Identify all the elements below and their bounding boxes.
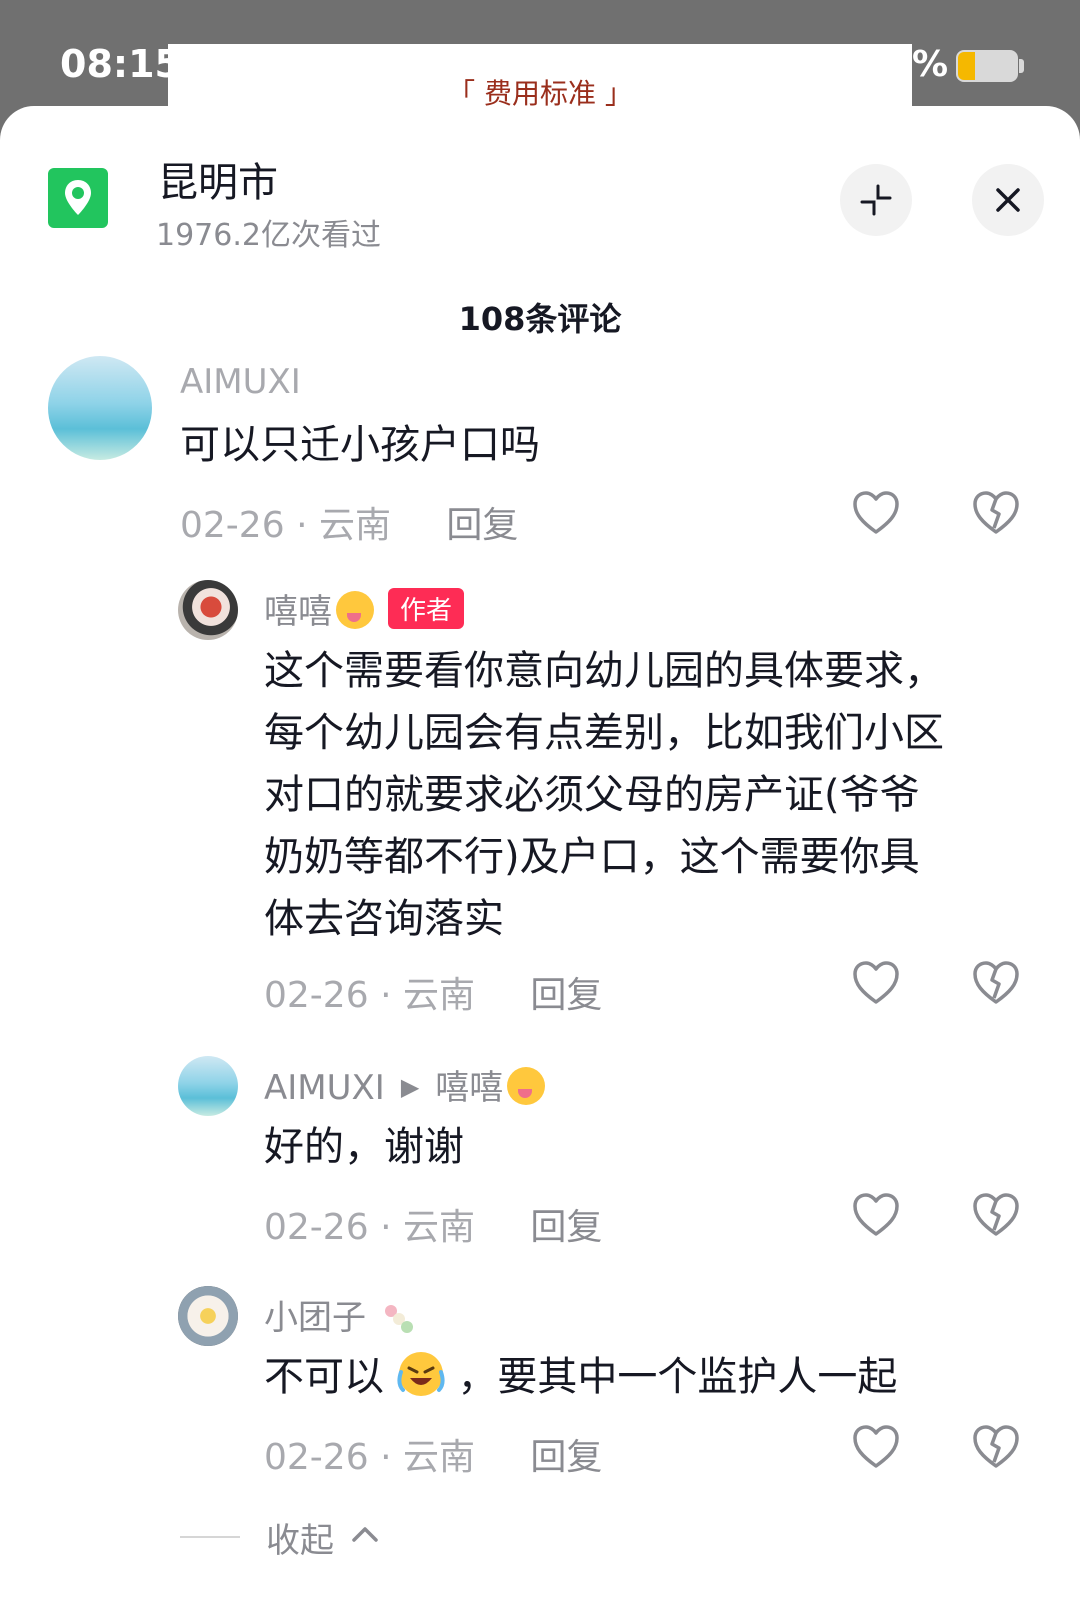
comment-region: 云南 bbox=[318, 505, 391, 546]
comment-username[interactable]: 嘻嘻 bbox=[264, 592, 332, 632]
comment-text: 可以只迁小孩户口吗 bbox=[180, 422, 540, 468]
minimize-icon bbox=[860, 184, 892, 216]
comment-meta: 02-26 · 云南 回复 bbox=[180, 505, 519, 546]
comment-region: 云南 bbox=[402, 1207, 475, 1248]
minimize-button[interactable] bbox=[840, 164, 912, 236]
status-time: 08:15 bbox=[60, 42, 181, 86]
comment-region: 云南 bbox=[402, 975, 475, 1016]
battery-percent-label: % bbox=[912, 44, 949, 85]
avatar[interactable] bbox=[48, 356, 152, 460]
reply-button[interactable]: 回复 bbox=[530, 1437, 602, 1478]
comment-date: 02-26 bbox=[264, 975, 369, 1016]
broken-heart-icon[interactable] bbox=[972, 490, 1020, 536]
avatar[interactable] bbox=[178, 580, 238, 640]
reply-to-username[interactable]: 嘻嘻 bbox=[435, 1068, 503, 1108]
comment-meta: 02-26 · 云南 回复 bbox=[264, 975, 603, 1016]
crying-laughing-emoji-icon bbox=[397, 1352, 445, 1396]
heart-icon[interactable] bbox=[852, 1424, 900, 1470]
grinning-tongue-emoji-icon bbox=[507, 1067, 546, 1105]
comment-meta: 02-26 · 云南 回复 bbox=[264, 1437, 603, 1478]
location-name[interactable]: 昆明市 bbox=[158, 150, 278, 208]
collapse-button[interactable]: 收起 bbox=[266, 1513, 334, 1562]
broken-heart-icon[interactable] bbox=[972, 1192, 1020, 1238]
battery-icon bbox=[956, 50, 1018, 82]
comment-text: 好的，谢谢 bbox=[264, 1124, 464, 1170]
close-button[interactable] bbox=[972, 164, 1044, 236]
broken-heart-icon[interactable] bbox=[972, 1424, 1020, 1470]
comment-sheet: 昆明市 1976.2亿次看过 108条评论 AIMUXI 可以只迁小孩户口吗 0… bbox=[0, 106, 1080, 1613]
comment-username-row: 嘻嘻 作者 bbox=[264, 584, 465, 633]
reply-button[interactable]: 回复 bbox=[446, 505, 518, 546]
comment-username[interactable]: AIMUXI bbox=[180, 362, 301, 402]
grinning-tongue-emoji-icon bbox=[336, 591, 374, 629]
avatar[interactable] bbox=[178, 1286, 238, 1346]
heart-icon[interactable] bbox=[852, 1192, 900, 1238]
collapse-divider bbox=[180, 1536, 240, 1538]
comment-username-row: 小团子 bbox=[264, 1290, 415, 1339]
reply-arrow-icon: ▶ bbox=[400, 1073, 420, 1101]
reply-button[interactable]: 回复 bbox=[530, 1207, 602, 1248]
chevron-up-icon[interactable] bbox=[350, 1524, 380, 1544]
close-icon bbox=[996, 188, 1020, 212]
location-views: 1976.2亿次看过 bbox=[156, 218, 381, 253]
reply-button[interactable]: 回复 bbox=[530, 975, 602, 1016]
location-pin-icon[interactable] bbox=[48, 168, 108, 228]
comment-date: 02-26 bbox=[264, 1207, 369, 1248]
comment-text-row: 不可以 ，要其中一个监护人一起 bbox=[264, 1346, 897, 1408]
comment-text: 这个需要看你意向幼儿园的具体要求， 每个幼儿园会有点差别，比如我们小区 对口的就… bbox=[264, 648, 944, 942]
broken-heart-icon[interactable] bbox=[972, 960, 1020, 1006]
comment-meta: 02-26 · 云南 回复 bbox=[264, 1207, 603, 1248]
battery-tip bbox=[1019, 59, 1024, 73]
comment-username-row: AIMUXI ▶ 嘻嘻 bbox=[264, 1060, 546, 1109]
comment-date: 02-26 bbox=[264, 1437, 369, 1478]
comment-username[interactable]: 小团子 bbox=[264, 1298, 366, 1338]
comment-username[interactable]: AIMUXI bbox=[264, 1068, 385, 1108]
comment-date: 02-26 bbox=[180, 505, 285, 546]
comment-text-continued: ，要其中一个监护人一起 bbox=[457, 1354, 898, 1400]
heart-icon[interactable] bbox=[852, 490, 900, 536]
candy-skewer-emoji-icon bbox=[384, 1305, 413, 1333]
avatar[interactable] bbox=[178, 1056, 238, 1116]
heart-icon[interactable] bbox=[852, 960, 900, 1006]
comment-region: 云南 bbox=[402, 1437, 475, 1478]
author-badge: 作者 bbox=[388, 588, 465, 629]
battery-level bbox=[958, 52, 975, 80]
comment-text: 不可以 bbox=[264, 1354, 384, 1400]
comment-count: 108条评论 bbox=[458, 300, 622, 338]
